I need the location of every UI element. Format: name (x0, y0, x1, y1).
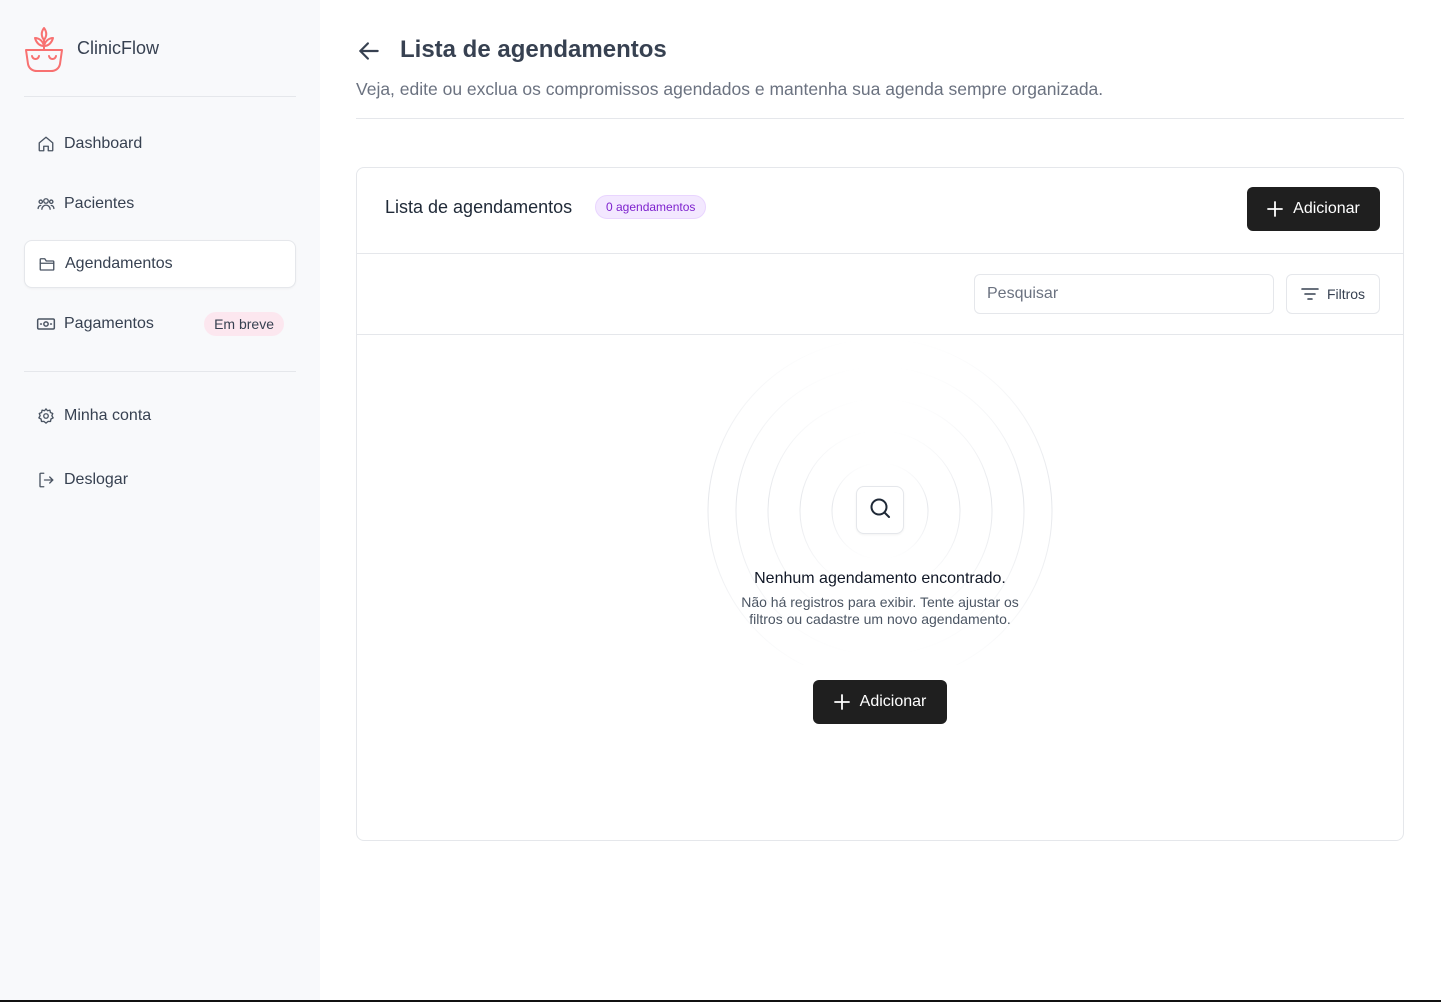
empty-add-button-label: Adicionar (859, 693, 927, 710)
sidebar-item-label: Deslogar (64, 471, 129, 488)
plus-icon (1267, 201, 1284, 217)
users-icon (36, 194, 56, 214)
sidebar-item-deslogar[interactable]: Deslogar (24, 456, 296, 504)
sidebar-item-dashboard[interactable]: Dashboard (24, 120, 296, 168)
folder-icon (37, 254, 57, 274)
empty-state: Nenhum agendamento encontrado. Não há re… (357, 335, 1403, 842)
empty-state-description: Não há registros para exibir. Tente ajus… (741, 594, 1019, 627)
count-badge: 0 agendamentos (595, 195, 707, 219)
plus-icon (833, 694, 850, 710)
header-divider (356, 118, 1404, 119)
filters-label: Filtros (1326, 286, 1366, 302)
sidebar-item-pacientes[interactable]: Pacientes (24, 180, 296, 228)
card-header: Lista de agendamentos 0 agendamentos Adi… (357, 168, 1403, 254)
sidebar-item-pagamentos[interactable]: Pagamentos Em breve (24, 300, 296, 348)
sidebar-item-label: Agendamentos (65, 255, 173, 272)
sidebar-item-label: Dashboard (64, 135, 143, 152)
brand-name: ClinicFlow (77, 37, 160, 58)
filter-lines-icon (1301, 287, 1319, 301)
sidebar-item-agendamentos[interactable]: Agendamentos (24, 240, 296, 288)
empty-add-button[interactable]: Adicionar (813, 680, 947, 724)
sidebar-item-label: Pacientes (64, 195, 135, 212)
appointments-card: Lista de agendamentos 0 agendamentos Adi… (356, 167, 1404, 841)
banknote-icon (36, 314, 56, 334)
page-title: Lista de agendamentos (400, 36, 667, 63)
empty-search-badge (856, 486, 904, 534)
sidebar-item-minha-conta[interactable]: Minha conta (24, 392, 296, 440)
gear-icon (36, 406, 56, 426)
search-input[interactable] (974, 274, 1274, 314)
search-icon (868, 496, 892, 525)
page-subtitle: Veja, edite ou exclua os compromissos ag… (356, 79, 1104, 99)
plant-pot-logo-icon (25, 27, 63, 72)
logout-icon (36, 470, 56, 490)
card-title: Lista de agendamentos (385, 197, 573, 217)
sidebar-item-label: Pagamentos (64, 315, 154, 332)
sidebar-item-label: Minha conta (64, 407, 152, 424)
add-button[interactable]: Adicionar (1247, 187, 1380, 231)
logo[interactable]: ClinicFlow (24, 24, 159, 72)
sidebar-divider (24, 96, 296, 97)
main-content: Lista de agendamentos Veja, edite ou exc… (320, 0, 1441, 1002)
sidebar-divider (24, 371, 296, 372)
home-icon (36, 134, 56, 154)
sidebar: ClinicFlow Dashboard Pacientes Agendamen… (0, 0, 320, 1002)
filters-button[interactable]: Filtros (1286, 274, 1380, 314)
add-button-label: Adicionar (1293, 200, 1360, 217)
empty-state-title: Nenhum agendamento encontrado. (754, 570, 1006, 587)
coming-soon-badge: Em breve (204, 312, 284, 336)
arrow-left-icon[interactable] (356, 38, 382, 69)
